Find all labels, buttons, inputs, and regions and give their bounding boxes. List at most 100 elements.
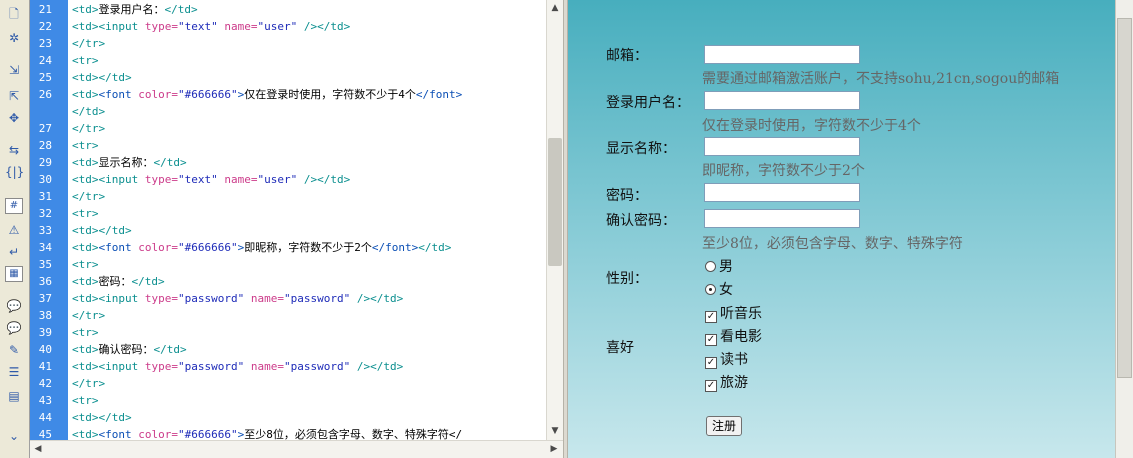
register-button[interactable]: 注册 — [706, 416, 743, 436]
wrap-icon[interactable]: ↵ — [5, 244, 23, 260]
line-number: 41 — [38, 360, 52, 373]
code-token: name= — [224, 173, 258, 186]
hobby-option[interactable]: ✓ 看电影 — [705, 326, 762, 346]
code-line[interactable]: <td></td> — [72, 410, 132, 426]
code-line[interactable]: <td><input type="text" name="user" /></t… — [72, 19, 350, 35]
email-input[interactable] — [704, 45, 860, 64]
scroll-up-icon[interactable]: ▲ — [547, 0, 563, 16]
confirm-password-input[interactable] — [704, 209, 860, 228]
select-icon[interactable]: ✥ — [5, 110, 23, 126]
highlight-icon[interactable]: ▦ — [5, 266, 23, 282]
code-token: 登录用户名： — [98, 3, 165, 16]
scroll-left-icon[interactable]: ◀ — [30, 441, 46, 457]
braces-icon[interactable]: {|} — [5, 164, 24, 180]
code-line[interactable]: <td><font color="#666666">即昵称，字符数不少于2个</… — [72, 240, 451, 256]
uncomment-icon[interactable]: 💬 — [5, 320, 23, 336]
checkbox-icon[interactable]: ✓ — [705, 334, 717, 346]
comment-icon[interactable]: 💬 — [5, 298, 23, 314]
code-line[interactable]: </tr> — [72, 376, 105, 392]
code-line[interactable]: <td>确认密码：</td> — [72, 342, 187, 358]
code-line[interactable]: <td></td> — [72, 70, 132, 86]
indent-icon[interactable]: ☰ — [5, 364, 23, 380]
code-token: 即昵称，字符数不少于2个 — [244, 241, 372, 254]
preview-scroll-thumb[interactable] — [1117, 18, 1132, 378]
code-token: <td> — [72, 156, 99, 169]
more-icon[interactable]: ⌄ — [5, 428, 23, 444]
code-line[interactable]: <tr> — [72, 206, 99, 222]
scroll-down-icon[interactable]: ▼ — [547, 423, 563, 439]
checkbox-icon[interactable]: ✓ — [705, 311, 717, 323]
gender-option[interactable]: 女 — [705, 279, 733, 299]
editor-vertical-scrollbar[interactable]: ▲ ▼ — [546, 0, 563, 440]
code-line[interactable]: <tr> — [72, 257, 99, 273]
code-token: "password" — [177, 292, 251, 305]
code-line[interactable]: <td><input type="password" name="passwor… — [72, 291, 403, 307]
code-line[interactable]: <tr> — [72, 325, 99, 341]
expand-icon[interactable]: ⇲ — [5, 62, 23, 78]
code-line[interactable]: </tr> — [72, 36, 105, 52]
collapse-icon[interactable]: ⇱ — [5, 88, 23, 104]
preview-vertical-scrollbar[interactable] — [1115, 0, 1133, 458]
password-input[interactable] — [704, 183, 860, 202]
code-token: </td> — [131, 275, 165, 288]
code-line[interactable]: <tr> — [72, 138, 99, 154]
gender-option[interactable]: 男 — [705, 256, 733, 276]
code-token: </td> — [153, 343, 187, 356]
format-icon[interactable]: ▤ — [5, 388, 23, 404]
code-token: <tr> — [72, 258, 99, 271]
code-token: </td> — [153, 156, 187, 169]
code-token: "password" — [177, 360, 251, 373]
scroll-right-icon[interactable]: ▶ — [546, 441, 562, 457]
code-line[interactable]: <td>密码：</td> — [72, 274, 165, 290]
code-line[interactable]: <td><input type="text" name="user" /></t… — [72, 172, 350, 188]
code-token: <td><input — [72, 360, 145, 373]
line-numbers-icon[interactable]: # — [5, 198, 23, 214]
code-line[interactable]: </td> — [72, 104, 105, 120]
line-number: 37 — [38, 292, 52, 305]
code-line[interactable]: <tr> — [72, 393, 99, 409]
line-number: 42 — [38, 377, 52, 390]
code-token: </font> — [415, 88, 463, 101]
code-line[interactable]: <td><font color="#666666">至少8位，必须包含字母、数字… — [72, 427, 462, 440]
hobby-option-label: 旅游 — [720, 375, 748, 391]
code-line[interactable]: </tr> — [72, 121, 105, 137]
code-token: 仅在登录时使用，字符数不少于4个 — [244, 88, 416, 101]
code-editor[interactable]: <td>登录用户名：</td> <td><input type="text" na… — [68, 0, 546, 440]
code-line[interactable]: <td></td> — [72, 223, 132, 239]
username-input[interactable] — [704, 91, 860, 110]
line-number: 35 — [38, 258, 52, 271]
code-token: "#666666" — [178, 428, 238, 440]
code-line[interactable]: <td>登录用户名：</td> — [72, 2, 198, 18]
line-number: 43 — [38, 394, 52, 407]
line-number: 34 — [38, 241, 52, 254]
display-name-input[interactable] — [704, 137, 860, 156]
hobby-option[interactable]: ✓ 读书 — [705, 349, 748, 369]
code-token: <td><input — [72, 292, 145, 305]
page-icon[interactable]: 🗋 — [5, 6, 23, 22]
code-line[interactable]: </tr> — [72, 189, 105, 205]
radio-icon[interactable] — [705, 284, 716, 295]
code-token: /></td> — [303, 173, 351, 186]
code-line[interactable]: <td>显示名称：</td> — [72, 155, 187, 171]
code-line[interactable]: </tr> — [72, 308, 105, 324]
editor-horizontal-scrollbar[interactable]: ◀ ▶ — [30, 440, 563, 458]
hobby-option[interactable]: ✓ 旅游 — [705, 372, 748, 392]
tag-icon[interactable]: ⇆ — [5, 142, 23, 158]
line-number: 23 — [38, 37, 52, 50]
radio-icon[interactable] — [705, 261, 716, 272]
editor-scroll-thumb[interactable] — [548, 138, 562, 266]
edit-icon[interactable]: ✎ — [5, 342, 23, 358]
gear-icon[interactable]: ✲ — [5, 30, 23, 46]
checkbox-icon[interactable]: ✓ — [705, 357, 717, 369]
checkbox-icon[interactable]: ✓ — [705, 380, 717, 392]
code-line[interactable]: <td><font color="#666666">仅在登录时使用，字符数不少于… — [72, 87, 462, 103]
code-token: color= — [138, 428, 178, 440]
code-token: color= — [138, 241, 178, 254]
code-line[interactable]: <tr> — [72, 53, 99, 69]
hobby-option[interactable]: ✓ 听音乐 — [705, 303, 762, 323]
code-line[interactable]: <td><input type="password" name="passwor… — [72, 359, 403, 375]
code-token: <td></td> — [72, 71, 132, 84]
warning-icon[interactable]: ⚠ — [5, 222, 23, 238]
code-token: <tr> — [72, 326, 99, 339]
code-token: 至少8位，必须包含字母、数字、特殊字符</ — [244, 428, 463, 440]
